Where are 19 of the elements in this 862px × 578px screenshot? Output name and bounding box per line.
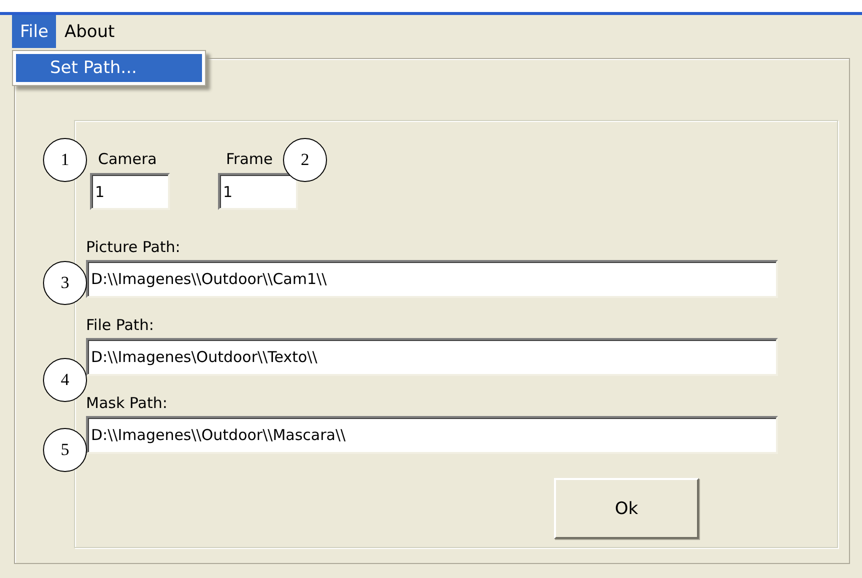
callout-number: 2 (283, 138, 327, 182)
callout-number: 4 (43, 358, 87, 402)
path-field[interactable]: D:\\Imagenes\\Outdoor\\Mascara\\ (86, 416, 778, 454)
path-field[interactable]: D:\\Imagenes\Outdoor\\Texto\\ (86, 338, 778, 376)
callout-number: 5 (43, 428, 87, 472)
path-field[interactable]: D:\\Imagenes\\Outdoor\\Cam1\\ (86, 260, 778, 298)
menu-item[interactable]: About (56, 15, 123, 48)
field-label: Picture Path: (86, 237, 182, 258)
callout-number: 1 (43, 138, 87, 182)
ok-button[interactable]: Ok (554, 478, 699, 539)
text-field[interactable]: 1 (90, 173, 170, 210)
field-label: File Path: (86, 315, 155, 336)
field-label: Frame (225, 149, 274, 170)
text-field[interactable]: 1 (218, 173, 298, 210)
field-label: Mask Path: (86, 393, 168, 414)
callout-number: 3 (43, 261, 87, 305)
menu-item[interactable]: File (12, 15, 56, 48)
menu-option[interactable]: Set Path... (16, 54, 202, 82)
field-label: Camera (97, 149, 158, 170)
